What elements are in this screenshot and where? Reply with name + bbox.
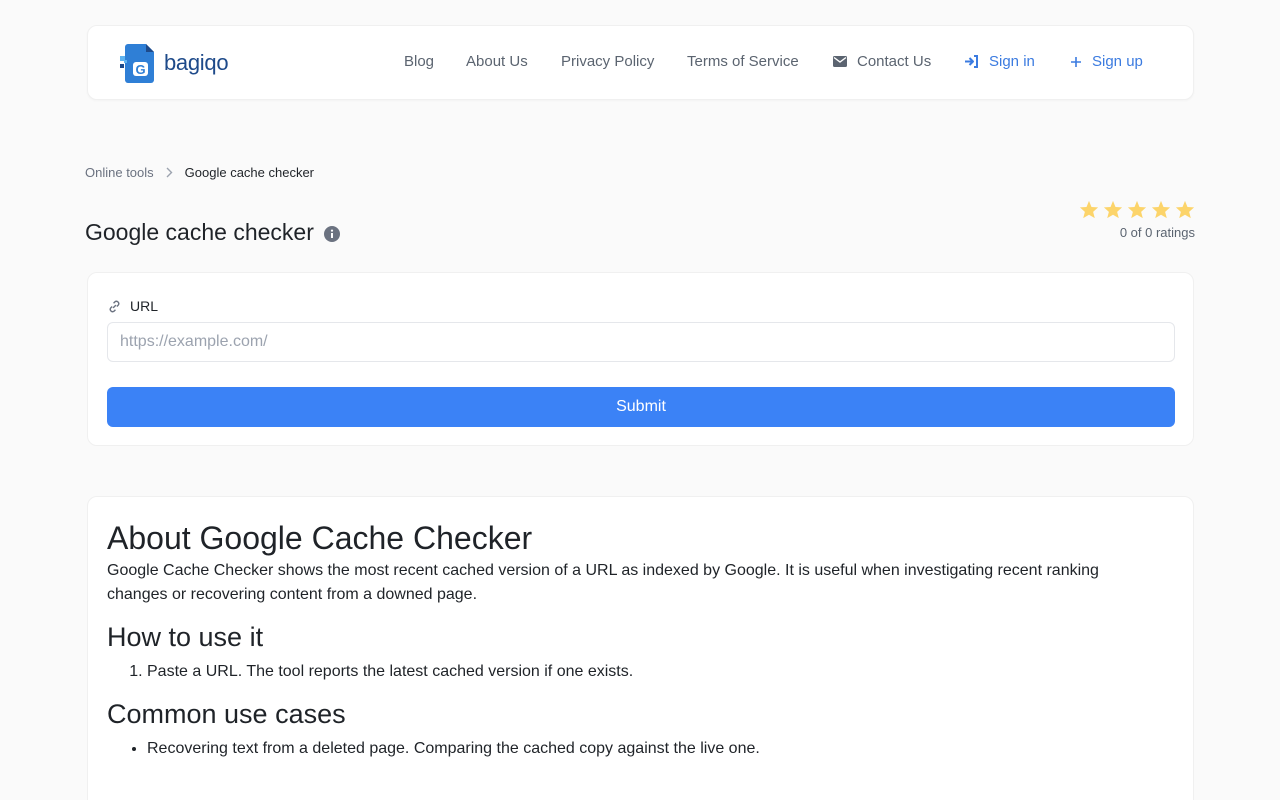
breadcrumb-online-tools[interactable]: Online tools [85,165,154,180]
tool-form-card: URL Submit [87,272,1194,446]
star-icon[interactable] [1151,200,1171,219]
url-input[interactable] [107,322,1175,362]
submit-button[interactable]: Submit [107,387,1175,427]
page-title: Google cache checker [85,219,340,246]
nav-sign-up-label: Sign up [1092,53,1143,70]
brand-name: bagiqo [164,50,229,75]
brand-logo[interactable]: G bagiqo [120,42,229,84]
plus-icon [1070,56,1082,68]
nav-about-us[interactable]: About Us [466,53,528,70]
about-section: About Google Cache Checker Google Cache … [87,496,1194,800]
nav-contact-label: Contact Us [857,53,932,70]
link-icon [107,299,122,314]
svg-text:G: G [135,62,145,77]
chevron-right-icon [166,167,173,178]
nav-blog[interactable]: Blog [404,53,434,70]
sign-in-icon [964,55,979,68]
rating-widget: 0 of 0 ratings [1035,200,1195,240]
star-icon[interactable] [1103,200,1123,219]
list-item: Paste a URL. The tool reports the latest… [147,660,1174,684]
envelope-icon [833,56,847,67]
url-label-text: URL [130,298,159,314]
nav-contact-us[interactable]: Contact Us [833,53,931,70]
page-title-text: Google cache checker [85,219,314,245]
document-cache-icon: G [120,42,160,84]
star-rating [1035,200,1195,219]
url-label: URL [107,298,158,314]
how-to-list: Paste a URL. The tool reports the latest… [107,660,1174,684]
nav-sign-in-label: Sign in [989,53,1035,70]
about-heading: About Google Cache Checker [107,520,533,556]
breadcrumb-current: Google cache checker [184,165,315,180]
navbar: G bagiqo Blog About Us Privacy Policy Te… [87,25,1194,100]
breadcrumb: Online tools Google cache checker [85,165,314,180]
nav-terms-of-service[interactable]: Terms of Service [687,53,799,70]
how-to-heading: How to use it [107,622,264,652]
use-cases-list: Recovering text from a deleted page. Com… [107,737,1174,761]
star-icon[interactable] [1127,200,1147,219]
about-description: Google Cache Checker shows the most rece… [107,562,1099,603]
nav-privacy-policy[interactable]: Privacy Policy [561,53,654,70]
star-icon[interactable] [1175,200,1195,219]
list-item: Recovering text from a deleted page. Com… [147,737,1174,761]
info-circle-icon[interactable] [323,226,340,242]
nav-sign-up[interactable]: Sign up [1070,53,1143,70]
rating-count: 0 of 0 ratings [1119,225,1195,240]
nav-sign-in[interactable]: Sign in [964,53,1035,70]
star-icon[interactable] [1079,200,1099,219]
use-cases-heading: Common use cases [107,699,346,729]
